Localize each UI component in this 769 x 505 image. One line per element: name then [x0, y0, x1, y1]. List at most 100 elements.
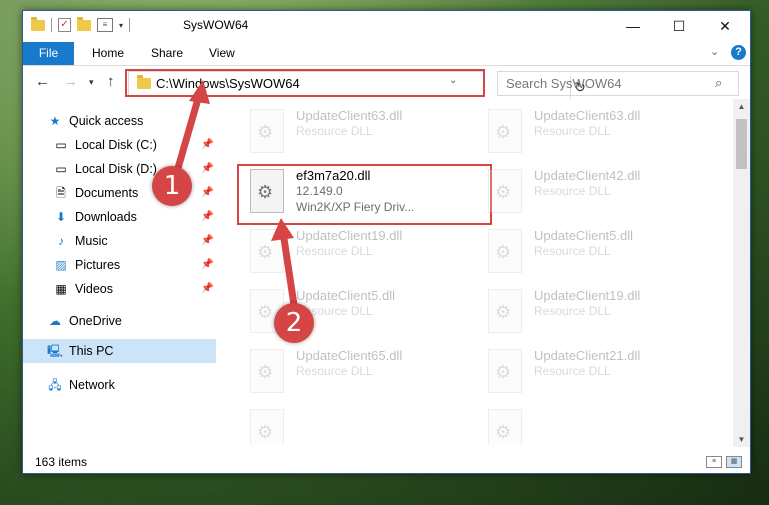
sidebar-item-videos[interactable]: ▦ Videos: [53, 277, 216, 301]
music-icon: ♪: [58, 234, 64, 248]
star-icon: ★: [49, 114, 61, 128]
navigation-pane: ★ Quick access ▭ Local Disk (C:) ▭ Local Di…: [23, 105, 216, 445]
pin-icon[interactable]: 📌: [201, 187, 213, 198]
minimize-button[interactable]: —: [610, 11, 656, 42]
search-placeholder: Search SysWOW64: [506, 76, 622, 91]
sidebar-item-this-pc[interactable]: 🖳 This PC: [23, 339, 216, 363]
address-row: ← → ▾ ↑ C:\Windows\SysWOW64 ⌄ ↻ Search S…: [23, 67, 750, 99]
drive-icon: ▭: [55, 138, 67, 152]
search-icon[interactable]: ⌕: [715, 75, 722, 91]
recent-locations-icon[interactable]: ▾: [89, 77, 94, 88]
gear-icon: ⚙: [257, 242, 274, 262]
file-type: Resource DLL: [534, 304, 611, 318]
dll-file-icon: ⚙: [488, 409, 522, 445]
sidebar-item-label: Pictures: [75, 258, 121, 272]
window-title: SysWOW64: [183, 18, 249, 32]
maximize-button[interactable]: ☐: [656, 11, 702, 42]
scroll-up-icon[interactable]: ▲: [733, 99, 750, 114]
gear-icon: ⚙: [495, 302, 512, 322]
toolbar-divider: [51, 18, 52, 32]
file-name: UpdateClient5.dll: [296, 288, 396, 303]
dll-file-icon: ⚙: [488, 109, 522, 153]
pictures-icon: ▨: [55, 258, 67, 272]
file-item[interactable]: ⚙ UpdateClient65.dll Resource DLL: [244, 345, 464, 395]
gear-icon: ⚙: [495, 362, 512, 382]
file-item[interactable]: ⚙ UpdateClient19.dll Resource DLL: [244, 225, 464, 275]
tab-file[interactable]: File: [23, 42, 74, 65]
file-name: UpdateClient63.dll: [534, 108, 641, 123]
toolbar-divider: [129, 18, 131, 32]
folder-icon: [31, 16, 45, 31]
file-item[interactable]: ⚙: [244, 405, 464, 445]
dll-file-icon: ⚙: [250, 229, 284, 273]
pin-icon[interactable]: 📌: [201, 211, 213, 222]
file-name: UpdateClient65.dll: [296, 348, 403, 363]
file-name: UpdateClient42.dll: [534, 168, 641, 183]
file-item[interactable]: ⚙ UpdateClient19.dll Resource DLL: [482, 285, 702, 335]
sidebar-item-label: Network: [69, 378, 115, 392]
sidebar-item-local-disk-d[interactable]: ▭ Local Disk (D:): [53, 157, 216, 181]
file-type: Resource DLL: [534, 184, 611, 198]
cloud-icon: ☁: [49, 314, 61, 328]
sidebar-item-network[interactable]: 🖧 Network: [47, 373, 115, 397]
sidebar-item-label: Quick access: [69, 114, 144, 128]
sidebar-item-label: Documents: [75, 186, 139, 200]
dll-file-icon: ⚙: [250, 349, 284, 393]
item-count: 163 items: [35, 455, 88, 469]
pin-icon[interactable]: 📌: [201, 259, 213, 270]
ribbon-tabs: File Home Share View ⌄ ?: [23, 42, 750, 66]
forward-arrow-icon[interactable]: →: [63, 73, 78, 90]
toolbar-dropdown-icon[interactable]: ▾: [119, 21, 123, 30]
quick-access-toolbar: ✓ ≡ ▾: [31, 16, 131, 32]
sidebar-item-pictures[interactable]: ▨ Pictures: [53, 253, 216, 277]
file-item[interactable]: ⚙ UpdateClient5.dll Resource DLL: [482, 225, 702, 275]
large-icons-view-icon[interactable]: ▦: [726, 456, 742, 468]
new-folder-icon[interactable]: [77, 16, 91, 31]
tab-share[interactable]: Share: [151, 42, 183, 65]
gear-icon: ⚙: [495, 422, 512, 442]
file-name: UpdateClient63.dll: [296, 108, 403, 123]
status-bar: 163 items ≡ ▦: [23, 449, 750, 473]
up-arrow-icon[interactable]: ↑: [107, 73, 115, 90]
tab-home[interactable]: Home: [92, 42, 124, 65]
sidebar-item-onedrive[interactable]: ☁ OneDrive: [47, 309, 122, 333]
pin-icon[interactable]: 📌: [201, 139, 213, 150]
sidebar-item-label: OneDrive: [69, 314, 122, 328]
sidebar-item-local-disk-c[interactable]: ▭ Local Disk (C:): [53, 133, 216, 157]
file-type: Resource DLL: [296, 124, 373, 138]
file-item[interactable]: ⚙ UpdateClient42.dll Resource DLL: [482, 165, 702, 215]
search-input[interactable]: Search SysWOW64 ⌕: [497, 71, 739, 96]
file-type: Resource DLL: [296, 364, 373, 378]
dll-file-icon: ⚙: [488, 349, 522, 393]
computer-icon: 🖳: [47, 344, 64, 358]
pin-icon[interactable]: 📌: [201, 163, 213, 174]
gear-icon: ⚙: [257, 362, 274, 382]
file-item[interactable]: ⚙ UpdateClient63.dll Resource DLL: [482, 105, 702, 155]
step-1-badge: 1: [152, 166, 192, 206]
pin-icon[interactable]: 📌: [201, 235, 213, 246]
gear-icon: ⚙: [495, 122, 512, 142]
sidebar-item-downloads[interactable]: ⬇ Downloads: [53, 205, 216, 229]
back-arrow-icon[interactable]: ←: [35, 73, 50, 90]
dll-file-icon: ⚙: [488, 229, 522, 273]
file-item[interactable]: ⚙ UpdateClient21.dll Resource DLL: [482, 345, 702, 395]
chevron-down-icon[interactable]: ⌄: [710, 45, 719, 58]
sidebar-item-music[interactable]: ♪ Music: [53, 229, 216, 253]
file-item[interactable]: ⚙: [482, 405, 702, 445]
title-bar: ✓ ≡ ▾ SysWOW64 — ☐ ✕: [23, 11, 750, 42]
close-button[interactable]: ✕: [702, 11, 748, 42]
file-list: ⚙ UpdateClient63.dll Resource DLL ⚙ Upda…: [237, 99, 733, 447]
help-icon[interactable]: ?: [731, 45, 746, 60]
details-view-icon[interactable]: ≡: [706, 456, 722, 468]
scroll-down-icon[interactable]: ▼: [733, 432, 750, 447]
sidebar-item-label: Downloads: [75, 210, 137, 224]
vertical-scrollbar[interactable]: ▲ ▼: [733, 99, 750, 447]
sidebar-item-quick-access[interactable]: ★ Quick access: [47, 109, 144, 133]
pin-icon[interactable]: 📌: [201, 283, 213, 294]
properties-check-icon[interactable]: ✓: [58, 18, 71, 32]
file-item[interactable]: ⚙ UpdateClient63.dll Resource DLL: [244, 105, 464, 155]
customize-toolbar-icon[interactable]: ≡: [97, 18, 113, 32]
tab-view[interactable]: View: [209, 42, 235, 65]
documents-icon: 🗎: [56, 186, 66, 200]
scroll-thumb[interactable]: [736, 119, 747, 169]
